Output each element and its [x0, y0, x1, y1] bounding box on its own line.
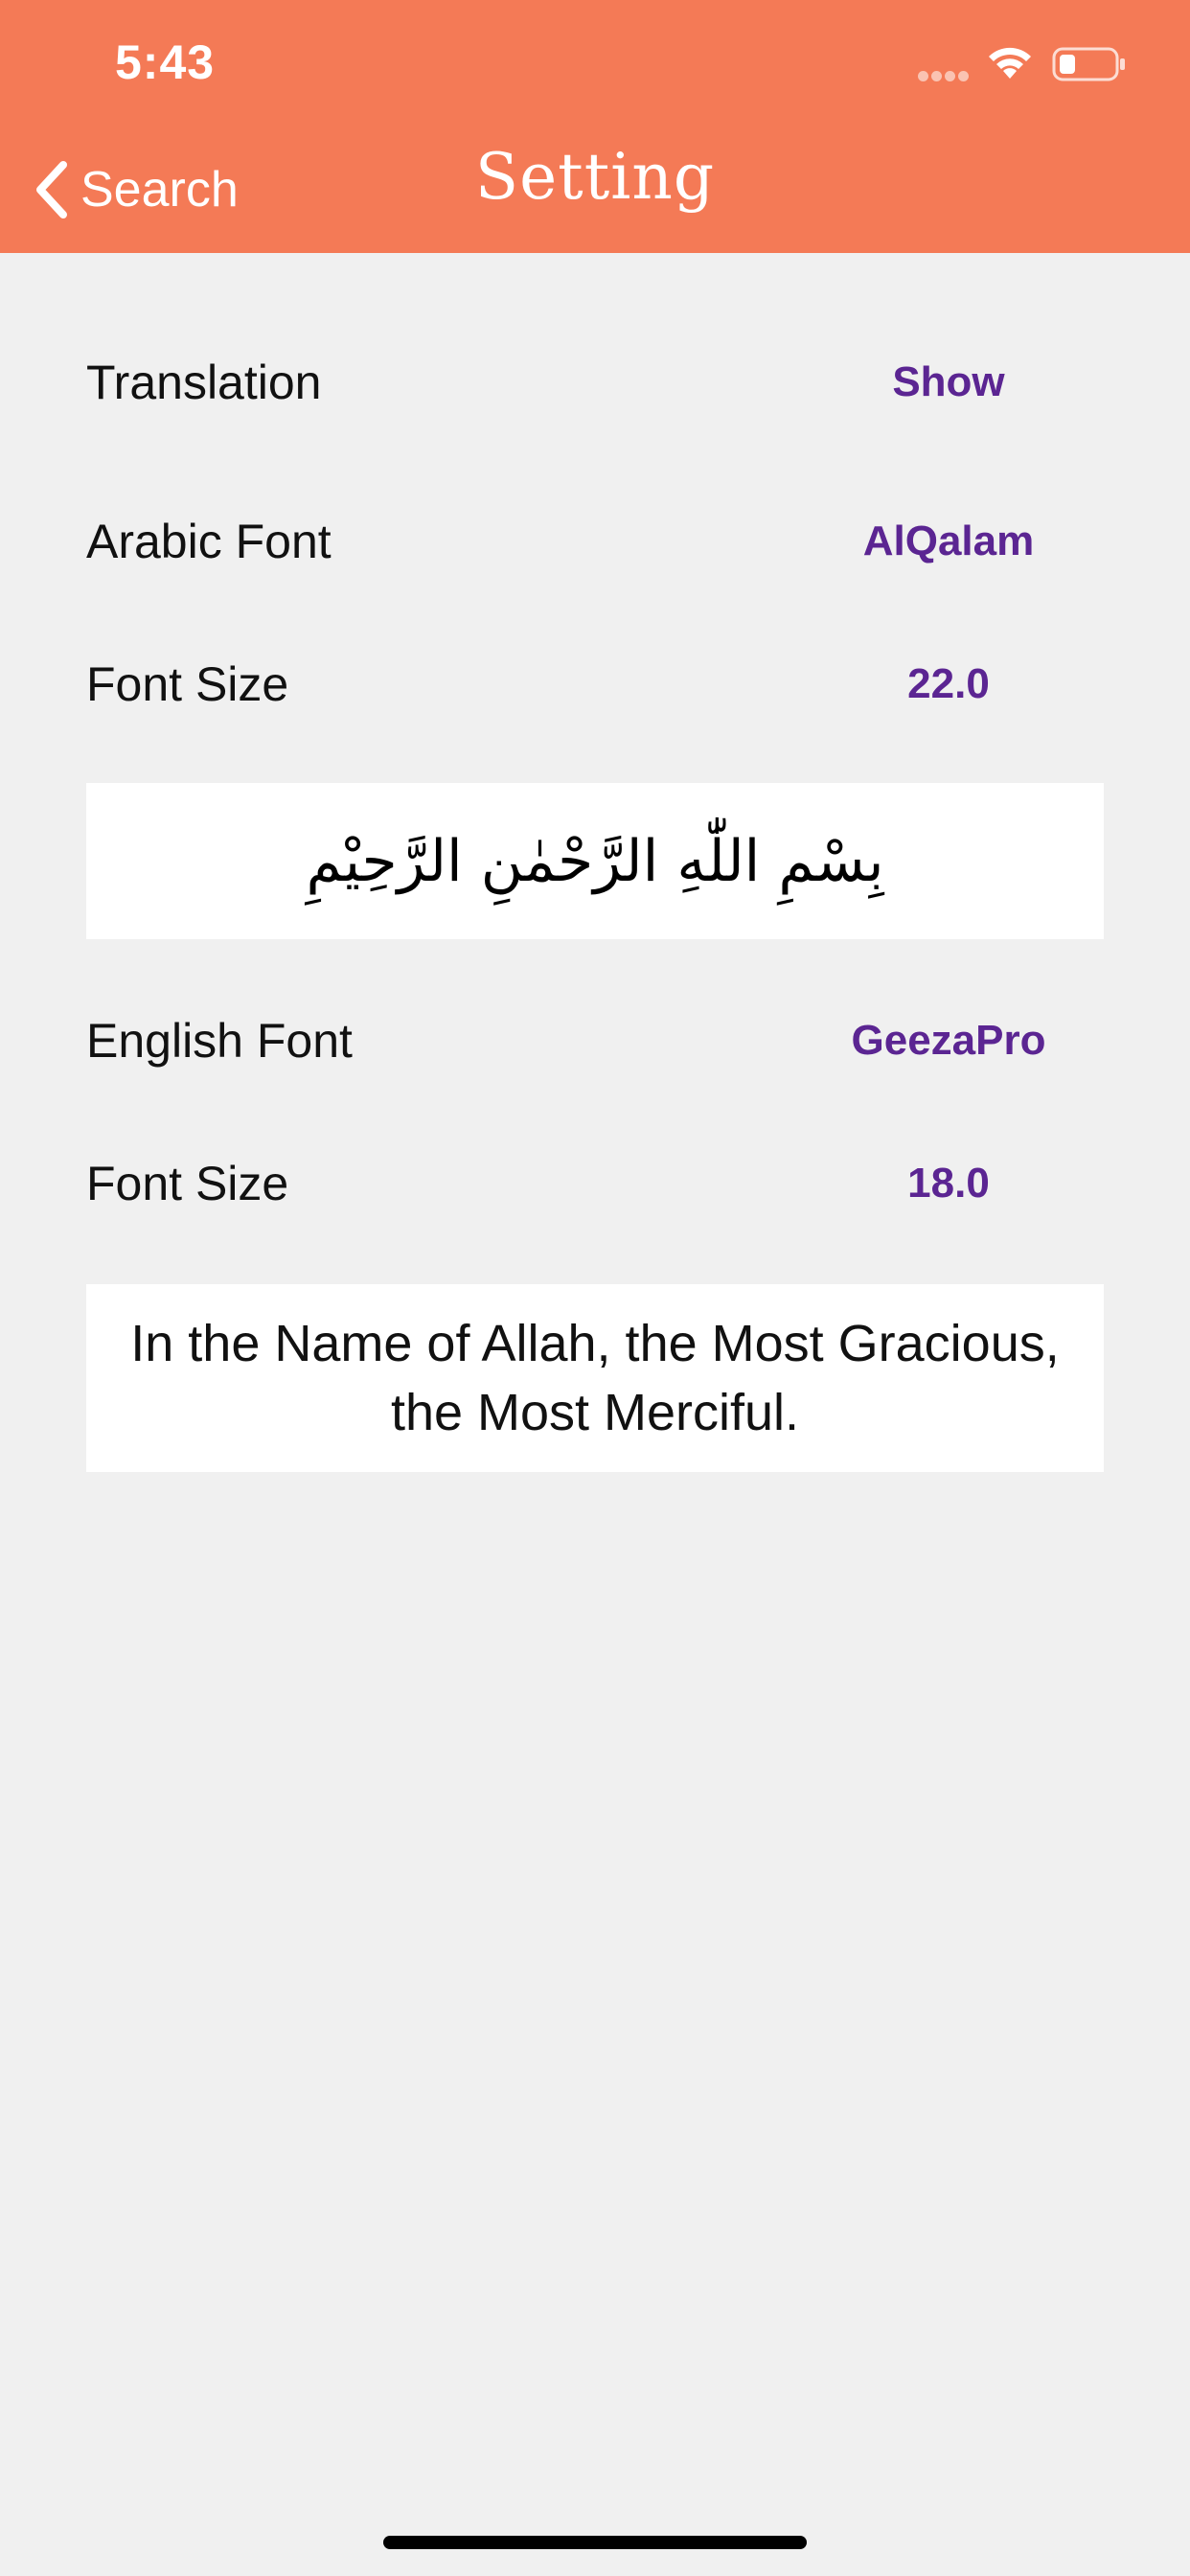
english-font-size-row: Font Size 18.0: [86, 1140, 1104, 1227]
arabic-font-selector[interactable]: AlQalam: [719, 498, 1179, 585]
english-preview-text: In the Name of Allah, the Most Gracious,…: [86, 1284, 1104, 1472]
translation-label: Translation: [86, 356, 322, 409]
page-title: Setting: [474, 140, 716, 214]
navigation-bar: 5:43 Search Setting: [0, 0, 1190, 253]
translation-row: Translation Show: [86, 339, 1104, 426]
wifi-icon: [989, 47, 1031, 79]
english-font-size-label: Font Size: [86, 1157, 289, 1210]
arabic-preview-text: بِسْمِ اللّٰهِ الرَّحْمٰنِ الرَّحِيْمِ: [86, 783, 1104, 939]
battery-icon: [1052, 47, 1125, 81]
arabic-font-size-label: Font Size: [86, 657, 289, 711]
home-indicator[interactable]: [383, 2536, 807, 2549]
arabic-font-label: Arabic Font: [86, 515, 332, 568]
english-font-size-selector[interactable]: 18.0: [719, 1140, 1179, 1227]
english-font-label: English Font: [86, 1014, 353, 1068]
status-time: 5:43: [115, 35, 216, 89]
english-font-row: English Font GeezaPro: [86, 998, 1104, 1084]
arabic-font-row: Arabic Font AlQalam: [86, 498, 1104, 585]
translation-toggle-button[interactable]: Show: [719, 339, 1179, 426]
english-font-selector[interactable]: GeezaPro: [719, 998, 1179, 1084]
cellular-signal-icon: [918, 71, 972, 82]
arabic-font-size-row: Font Size 22.0: [86, 641, 1104, 727]
arabic-font-size-selector[interactable]: 22.0: [719, 641, 1179, 727]
